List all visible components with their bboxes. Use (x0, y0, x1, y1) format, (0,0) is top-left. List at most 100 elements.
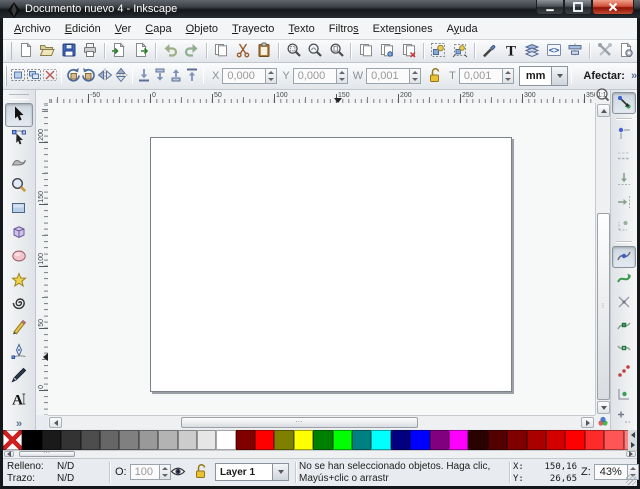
palette-swatch[interactable] (333, 430, 352, 450)
x-input[interactable]: 0,000 (222, 68, 266, 84)
palette-swatch[interactable] (313, 430, 332, 450)
palette-swatch[interactable] (585, 430, 604, 450)
y-input[interactable]: 0,000 (293, 68, 337, 84)
palette-swatch[interactable] (178, 430, 197, 450)
node-editor-tool-button[interactable] (5, 127, 33, 151)
unlink-clone-button[interactable] (398, 41, 419, 61)
palette-swatch[interactable] (61, 430, 80, 450)
palette-swatch[interactable] (236, 430, 255, 450)
palette-swatch[interactable] (42, 430, 61, 450)
rotate-cw-button[interactable] (81, 66, 97, 86)
fill-stroke-indicator[interactable]: Relleno:N/D Trazo:N/D (7, 461, 107, 485)
spiral-tool-button[interactable] (5, 293, 33, 317)
enable-snapping-button[interactable] (612, 92, 636, 114)
unit-dropdown-button[interactable] (551, 67, 567, 85)
new-document-button[interactable] (15, 41, 36, 61)
menu-item-capa[interactable]: Capa (138, 20, 178, 38)
maximize-button[interactable] (564, 0, 592, 15)
sticky-zoom-button[interactable]: 1:1 (595, 90, 610, 103)
select-all-layers-button[interactable] (26, 66, 42, 86)
duplicate-button[interactable] (355, 41, 376, 61)
lower-button[interactable] (152, 66, 168, 86)
undo-button[interactable] (160, 41, 181, 61)
preferences-button[interactable] (594, 41, 615, 61)
snap-bbox-corners-button[interactable] (612, 169, 636, 191)
snap-path-intersections-button[interactable] (612, 292, 636, 314)
palette-swatch[interactable] (430, 430, 449, 450)
menu-item-edicion[interactable]: Edición (58, 20, 108, 38)
palette-scroll-thumb[interactable]: ⋯ (19, 451, 75, 457)
document-properties-button[interactable] (615, 41, 636, 61)
palette-swatch[interactable] (197, 430, 216, 450)
rotate-ccw-button[interactable] (65, 66, 81, 86)
palette-swatch[interactable] (255, 430, 274, 450)
flip-vertical-button[interactable] (113, 66, 129, 86)
palette-swatch[interactable] (565, 430, 584, 450)
tweak-tool-button[interactable] (5, 150, 33, 174)
toolbox-overflow-button[interactable]: » (16, 418, 22, 430)
select-all-button[interactable] (10, 66, 26, 86)
palette-swatch[interactable] (371, 430, 390, 450)
snap-bbox-edges-button[interactable] (612, 146, 636, 168)
zoom-input[interactable]: 43% (594, 464, 628, 480)
palette-swatch[interactable] (158, 430, 177, 450)
snap-object-centers-button[interactable] (612, 384, 636, 406)
close-button[interactable] (592, 0, 634, 15)
menu-item-archivo[interactable]: Archivo (7, 20, 58, 38)
toolbar-grip[interactable] (5, 42, 12, 60)
save-button[interactable] (58, 41, 79, 61)
palette-swatch[interactable] (410, 430, 429, 450)
toolbar-overflow-button[interactable]: » (631, 70, 637, 82)
t-input[interactable]: 0,001 (459, 68, 503, 84)
minimize-button[interactable] (536, 0, 564, 15)
x-spinner[interactable] (266, 68, 277, 84)
flip-horizontal-button[interactable] (97, 66, 113, 86)
pen-tool-button[interactable] (5, 341, 33, 365)
document-page[interactable] (150, 137, 512, 392)
palette-swatch[interactable] (100, 430, 119, 450)
palette-swatch[interactable] (391, 430, 410, 450)
rectangle-tool-button[interactable] (5, 198, 33, 222)
menu-item-ver[interactable]: Ver (108, 20, 139, 38)
toolbar-grip[interactable] (9, 94, 28, 100)
open-button[interactable] (36, 41, 57, 61)
palette-scroll-left-button[interactable] (4, 451, 14, 457)
menu-item-filtros[interactable]: Filtros (322, 20, 366, 38)
layer-visibility-toggle[interactable] (169, 464, 187, 480)
zoom-page-button[interactable] (326, 41, 347, 61)
lower-to-bottom-button[interactable] (136, 66, 152, 86)
snap-bbox-centers-button[interactable] (612, 215, 636, 237)
cut-button[interactable] (232, 41, 253, 61)
unit-selector[interactable]: mm (519, 66, 569, 86)
align-dialog-button[interactable] (564, 41, 585, 61)
menu-item-trayecto[interactable]: Trayecto (225, 20, 281, 38)
menu-item-objeto[interactable]: Objeto (179, 20, 225, 38)
menu-item-ayuda[interactable]: Ayuda (440, 20, 485, 38)
text-tool-tool-button[interactable]: A (5, 388, 33, 412)
snap-smooth-nodes-button[interactable] (612, 338, 636, 360)
menu-item-texto[interactable]: Texto (281, 20, 321, 38)
snap-midpoints-button[interactable] (612, 361, 636, 383)
create-clone-button[interactable] (377, 41, 398, 61)
calligraphy-tool-button[interactable] (5, 364, 33, 388)
ellipse-tool-button[interactable] (5, 245, 33, 269)
import-button[interactable] (109, 41, 130, 61)
palette-swatch[interactable] (119, 430, 138, 450)
selector-tool-button[interactable] (5, 103, 33, 127)
palette-swatch[interactable] (216, 430, 235, 450)
copy-button[interactable] (211, 41, 232, 61)
palette-swatch-none[interactable] (3, 430, 22, 450)
menu-item-extensiones[interactable]: Extensiones (366, 20, 440, 38)
vertical-scroll-thumb[interactable]: ⁝ (597, 213, 610, 400)
pencil-tool-button[interactable] (5, 317, 33, 341)
toolbar-grip[interactable] (5, 66, 7, 87)
group-button[interactable] (428, 41, 449, 61)
raise-to-top-button[interactable] (184, 66, 200, 86)
palette-swatch[interactable] (488, 430, 507, 450)
snap-nodes-button[interactable] (612, 246, 636, 268)
snap-cusp-nodes-button[interactable] (612, 315, 636, 337)
fill-stroke-dialog-button[interactable] (479, 41, 500, 61)
palette-scroll-right-icon[interactable] (631, 442, 635, 448)
horizontal-scrollbar[interactable]: ⋯ (48, 415, 595, 429)
snap-bbox-edge-midpoints-button[interactable] (612, 192, 636, 214)
